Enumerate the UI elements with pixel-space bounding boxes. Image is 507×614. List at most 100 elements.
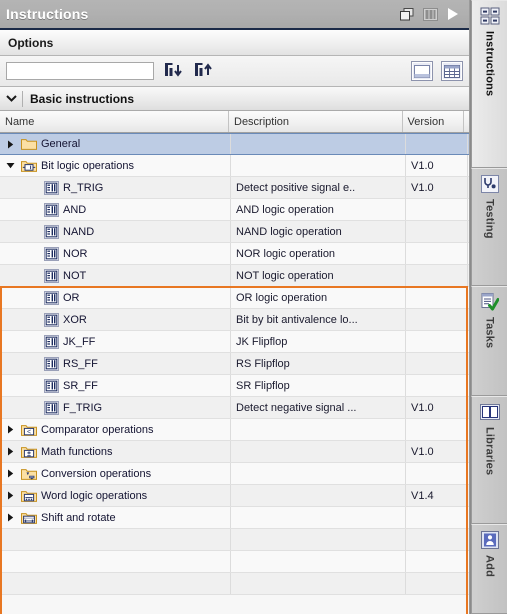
row-description-cell: NAND logic operation <box>231 221 406 242</box>
row-description-cell: RS Flipflop <box>231 353 406 374</box>
row-name-cell: Shift and rotate <box>0 507 231 528</box>
restore-icon[interactable] <box>400 7 414 21</box>
row-description-cell: NOR logic operation <box>231 243 406 264</box>
row-version-cell: V1.0 <box>406 397 468 418</box>
open-book-icon <box>479 402 501 422</box>
chevron-right-icon[interactable] <box>0 491 20 500</box>
table-row[interactable]: Word logic operations V1.4 <box>0 485 469 507</box>
table-row[interactable]: R_TRIG Detect positive signal e.. V1.0 <box>0 177 469 199</box>
search-input[interactable] <box>6 62 154 80</box>
instruction-block-icon <box>42 202 60 217</box>
table-row[interactable]: NAND NAND logic operation <box>0 221 469 243</box>
chevron-right-icon[interactable] <box>0 513 20 522</box>
task-card-tab-testing[interactable]: Testing <box>471 168 507 286</box>
table-row[interactable]: Conversion operations <box>0 463 469 485</box>
row-description-cell <box>231 155 406 176</box>
task-card-tab-libraries[interactable]: Libraries <box>471 396 507 524</box>
row-name-label: Word logic operations <box>41 489 148 502</box>
row-description-cell <box>231 507 406 528</box>
table-row[interactable]: AND AND logic operation <box>0 199 469 221</box>
sort-descending-icon[interactable] <box>162 60 184 82</box>
row-description-cell <box>231 441 406 462</box>
table-row[interactable]: OR OR logic operation <box>0 287 469 309</box>
chevron-right-icon[interactable] <box>0 140 20 149</box>
row-filler-cell <box>468 134 469 154</box>
instruction-block-icon <box>42 268 60 283</box>
row-name-cell: NAND <box>0 221 231 242</box>
instruction-block-icon <box>42 400 60 415</box>
column-header-row: Name Description Version <box>0 111 469 133</box>
row-description-cell: NOT logic operation <box>231 265 406 286</box>
folder-wordlogic-icon <box>20 489 38 503</box>
titlebar-button-group <box>400 7 463 21</box>
play-arrow-icon[interactable] <box>447 7 459 21</box>
row-name-cell <box>0 551 231 572</box>
task-card-tab-tasks[interactable]: Tasks <box>471 286 507 396</box>
row-filler-cell <box>468 485 469 506</box>
table-row[interactable]: < Comparator operations <box>0 419 469 441</box>
card-view-icon[interactable] <box>411 61 433 81</box>
table-row[interactable]: General <box>0 133 469 155</box>
column-header-description[interactable]: Description <box>229 111 403 132</box>
table-row[interactable]: RS_FF RS Flipflop <box>0 353 469 375</box>
chevron-down-icon[interactable] <box>0 162 20 169</box>
table-row[interactable]: XOR Bit by bit antivalence lo... <box>0 309 469 331</box>
testing-probe-icon <box>479 174 501 194</box>
row-version-cell <box>406 287 468 308</box>
row-description-cell <box>231 551 406 572</box>
task-card-tab-label: Testing <box>483 199 496 239</box>
row-description-cell <box>231 419 406 440</box>
row-name-cell: General <box>0 134 231 154</box>
table-row[interactable]: F_TRIG Detect negative signal ... V1.0 <box>0 397 469 419</box>
task-card-tab-add[interactable]: Add <box>471 524 507 614</box>
row-filler-cell <box>468 551 469 572</box>
row-name-label: Shift and rotate <box>41 511 116 524</box>
row-version-cell <box>406 551 468 572</box>
basic-instructions-section-header[interactable]: Basic instructions <box>0 87 469 111</box>
row-version-cell <box>406 309 468 330</box>
row-filler-cell <box>468 177 469 198</box>
row-version-cell <box>406 331 468 352</box>
columns-icon[interactable] <box>423 7 438 21</box>
chevron-down-icon[interactable] <box>0 93 22 105</box>
row-description-cell: JK Flipflop <box>231 331 406 352</box>
row-filler-cell <box>468 441 469 462</box>
chevron-right-icon[interactable] <box>0 447 20 456</box>
svg-text:<: < <box>27 429 31 436</box>
row-name-cell: JK_FF <box>0 331 231 352</box>
column-header-name[interactable]: Name <box>0 111 229 132</box>
table-row[interactable]: Math functions V1.0 <box>0 441 469 463</box>
row-name-cell: XOR <box>0 309 231 330</box>
instruction-tree-container: General Bit logic operations V1.0 R_TRIG Det… <box>0 133 469 614</box>
row-description-cell <box>231 573 406 594</box>
chevron-right-icon[interactable] <box>0 425 20 434</box>
row-version-cell <box>406 265 468 286</box>
task-card-tab-label: Tasks <box>483 317 496 349</box>
table-row[interactable]: Shift and rotate <box>0 507 469 529</box>
chevron-right-icon[interactable] <box>0 469 20 478</box>
row-filler-cell <box>468 573 469 594</box>
sort-ascending-icon[interactable] <box>192 60 214 82</box>
table-view-icon[interactable] <box>441 61 463 81</box>
row-name-label: Conversion operations <box>41 467 152 480</box>
row-filler-cell <box>468 265 469 286</box>
column-header-filler <box>464 111 469 132</box>
table-row[interactable]: NOR NOR logic operation <box>0 243 469 265</box>
row-name-label: OR <box>63 291 80 304</box>
row-name-label: R_TRIG <box>63 181 104 194</box>
instructions-panel: Instructions Options Basic instructions … <box>0 0 470 614</box>
row-name-cell: AND <box>0 199 231 220</box>
grid-blocks-icon <box>479 6 501 26</box>
table-row[interactable]: NOT NOT logic operation <box>0 265 469 287</box>
row-name-label: General <box>41 138 81 150</box>
row-filler-cell <box>468 243 469 264</box>
table-row[interactable]: Bit logic operations V1.0 <box>0 155 469 177</box>
row-name-cell: Math functions <box>0 441 231 462</box>
table-row[interactable]: JK_FF JK Flipflop <box>0 331 469 353</box>
instructions-toolbar <box>0 56 469 87</box>
row-version-cell <box>406 243 468 264</box>
column-header-version[interactable]: Version <box>403 111 464 132</box>
row-name-label: SR_FF <box>63 379 98 392</box>
table-row[interactable]: SR_FF SR Flipflop <box>0 375 469 397</box>
task-card-tab-instructions[interactable]: Instructions <box>471 0 507 168</box>
